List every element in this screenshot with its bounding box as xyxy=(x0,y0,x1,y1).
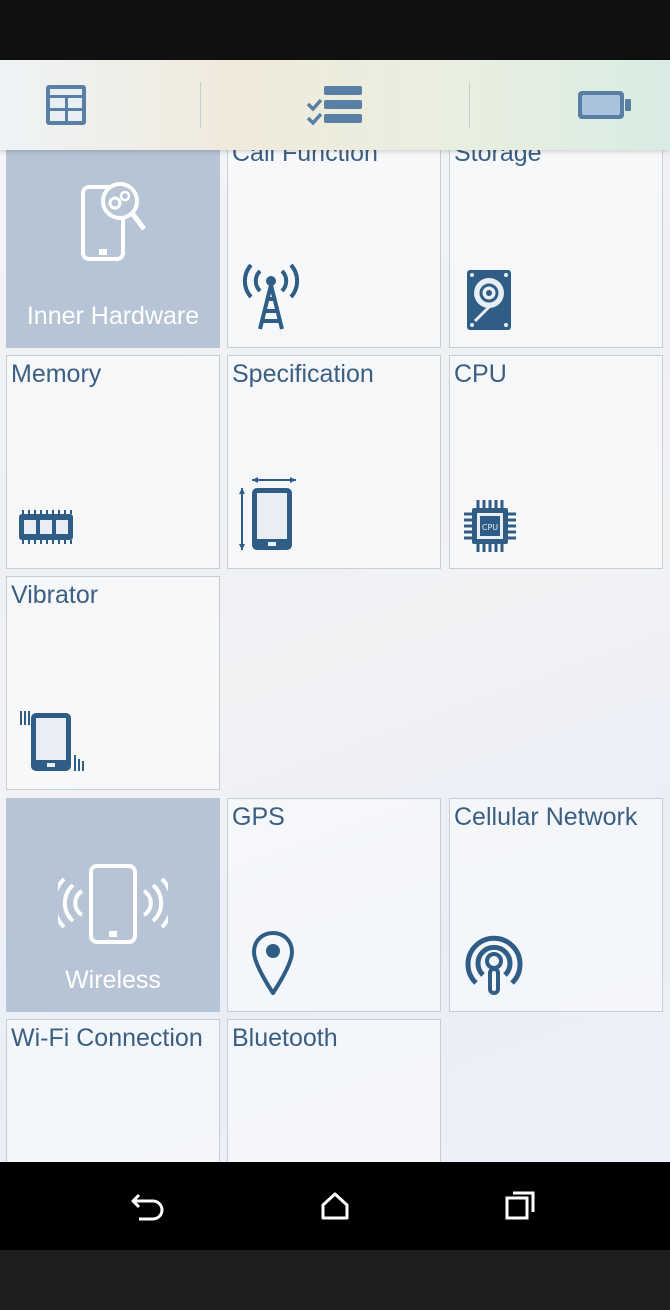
checklist-button[interactable] xyxy=(235,60,435,150)
antenna-tower-icon xyxy=(242,263,300,330)
toolbar-divider xyxy=(200,82,201,128)
tile-call-function[interactable]: Call Function xyxy=(227,150,441,348)
back-button[interactable] xyxy=(88,1162,208,1250)
phone-settings-icon xyxy=(81,182,146,261)
tile-label: CPU xyxy=(454,360,507,388)
cpu-chip-icon: CPU xyxy=(464,500,516,552)
back-icon xyxy=(131,1193,164,1221)
phone-vibrate-icon xyxy=(20,711,84,771)
tile-wifi-connection[interactable]: Wi-Fi Connection xyxy=(6,1019,220,1162)
tile-label: Cellular Network xyxy=(454,803,638,831)
tile-label: GPS xyxy=(232,803,285,831)
tile-storage[interactable]: Storage xyxy=(449,150,663,348)
battery-icon xyxy=(578,91,631,119)
memory-chip-icon xyxy=(19,510,73,544)
location-pin-icon xyxy=(251,930,295,997)
tile-bluetooth[interactable]: Bluetooth xyxy=(227,1019,441,1162)
bottom-area xyxy=(0,1250,670,1310)
tile-gps[interactable]: GPS xyxy=(227,798,441,1012)
tile-label: Bluetooth xyxy=(232,1024,338,1052)
recents-icon xyxy=(505,1191,535,1220)
tile-grid: Inner Hardware Call Function Storage Mem… xyxy=(0,150,670,1162)
tile-memory[interactable]: Memory xyxy=(6,355,220,569)
category-inner-hardware[interactable]: Inner Hardware xyxy=(6,150,220,348)
category-label: Inner Hardware xyxy=(26,302,200,330)
tile-label: Storage xyxy=(454,150,542,167)
cpu-chip-text: CPU xyxy=(482,523,498,532)
hard-drive-icon xyxy=(467,270,511,330)
home-button[interactable] xyxy=(275,1162,395,1250)
tile-vibrator[interactable]: Vibrator xyxy=(6,576,220,790)
top-toolbar xyxy=(0,60,670,150)
toolbar-divider xyxy=(469,82,470,128)
phone-dimensions-icon xyxy=(239,477,296,550)
tile-label: Call Function xyxy=(232,150,378,167)
recents-button[interactable] xyxy=(461,1162,581,1250)
tile-label: Vibrator xyxy=(11,581,99,609)
checklist-icon xyxy=(306,86,362,126)
tile-label: Specification xyxy=(232,360,374,388)
tile-label: Memory xyxy=(11,360,102,388)
tile-cellular-network[interactable]: Cellular Network xyxy=(449,798,663,1012)
home-icon xyxy=(321,1192,349,1220)
navigation-bar xyxy=(0,1162,670,1250)
status-bar xyxy=(0,0,670,60)
phone-signal-icon xyxy=(58,864,168,944)
broadcast-icon xyxy=(465,935,523,995)
dashboard-icon xyxy=(46,85,86,125)
category-wireless[interactable]: Wireless xyxy=(6,798,220,1012)
tile-label: Wi-Fi Connection xyxy=(11,1024,203,1052)
category-label: Wireless xyxy=(65,966,161,994)
tile-cpu[interactable]: CPU CPU xyxy=(449,355,663,569)
battery-button[interactable] xyxy=(504,60,670,150)
dashboard-button[interactable] xyxy=(0,60,166,150)
tile-specification[interactable]: Specification xyxy=(227,355,441,569)
